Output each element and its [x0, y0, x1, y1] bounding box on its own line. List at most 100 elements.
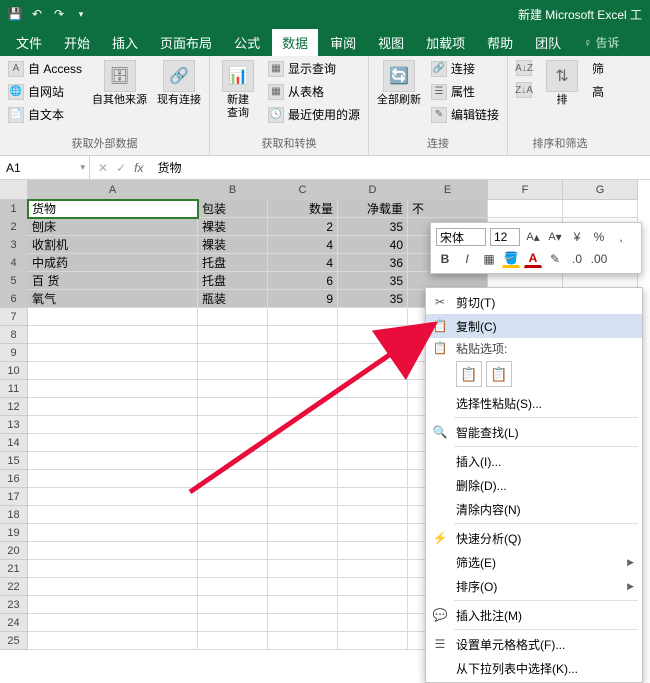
select-all-corner[interactable]: [0, 180, 28, 200]
cell[interactable]: 4: [268, 254, 338, 272]
cell[interactable]: [338, 506, 408, 524]
menu-filter[interactable]: 筛选(E)▶: [426, 550, 642, 574]
fx-icon[interactable]: fx: [134, 161, 143, 175]
cell[interactable]: [198, 380, 268, 398]
cell[interactable]: [198, 632, 268, 650]
cell[interactable]: [28, 524, 198, 542]
tab-view[interactable]: 视图: [368, 29, 414, 56]
fill-color-icon[interactable]: 🪣: [502, 250, 520, 268]
percent-icon[interactable]: %: [590, 228, 608, 246]
comma-icon[interactable]: ,: [612, 228, 630, 246]
cell[interactable]: [338, 632, 408, 650]
decrease-font-icon[interactable]: A▾: [546, 228, 564, 246]
cell[interactable]: [268, 434, 338, 452]
row-header[interactable]: 3: [0, 236, 28, 254]
cell[interactable]: [28, 632, 198, 650]
tab-addins[interactable]: 加载项: [416, 29, 475, 56]
menu-sort[interactable]: 排序(O)▶: [426, 574, 642, 598]
cell[interactable]: 35: [338, 218, 408, 236]
row-header[interactable]: 12: [0, 398, 28, 416]
cell[interactable]: [198, 596, 268, 614]
cell[interactable]: [268, 560, 338, 578]
col-header-C[interactable]: C: [268, 180, 338, 200]
cell[interactable]: 净载重: [338, 200, 408, 218]
cell[interactable]: 不: [408, 200, 488, 218]
cell[interactable]: [28, 398, 198, 416]
cell[interactable]: 中成药: [28, 254, 198, 272]
cell[interactable]: [563, 200, 638, 218]
col-header-D[interactable]: D: [338, 180, 408, 200]
from-table-button[interactable]: ▦从表格: [264, 81, 364, 102]
cell[interactable]: [338, 308, 408, 326]
new-query-button[interactable]: 📊新建 查询: [214, 58, 262, 122]
sort-az-button[interactable]: A↓Z: [512, 58, 536, 78]
cell[interactable]: 2: [268, 218, 338, 236]
row-header[interactable]: 16: [0, 470, 28, 488]
cell[interactable]: 托盘: [198, 272, 268, 290]
cell[interactable]: 35: [338, 272, 408, 290]
cell[interactable]: [28, 434, 198, 452]
cell[interactable]: [28, 380, 198, 398]
menu-cut[interactable]: ✂剪切(T): [426, 290, 642, 314]
cell[interactable]: [268, 308, 338, 326]
font-color-icon[interactable]: A: [524, 250, 542, 268]
row-header[interactable]: 10: [0, 362, 28, 380]
cell[interactable]: [198, 488, 268, 506]
cell[interactable]: [338, 344, 408, 362]
refresh-all-button[interactable]: 🔄全部刷新: [373, 58, 425, 109]
cell[interactable]: [268, 380, 338, 398]
cell[interactable]: [268, 470, 338, 488]
row-header[interactable]: 1: [0, 200, 28, 218]
enter-icon[interactable]: ✓: [116, 161, 126, 175]
col-header-A[interactable]: A: [28, 180, 198, 200]
cell[interactable]: [28, 614, 198, 632]
cell[interactable]: [198, 470, 268, 488]
qat-dropdown-icon[interactable]: ▾: [74, 7, 88, 21]
properties-button[interactable]: ☰属性: [427, 81, 503, 102]
cell[interactable]: [268, 488, 338, 506]
cancel-icon[interactable]: ✕: [98, 161, 108, 175]
row-header[interactable]: 13: [0, 416, 28, 434]
cell[interactable]: [338, 434, 408, 452]
cell[interactable]: [268, 506, 338, 524]
row-header[interactable]: 15: [0, 452, 28, 470]
tab-page-layout[interactable]: 页面布局: [150, 29, 222, 56]
cell[interactable]: [198, 506, 268, 524]
cell[interactable]: [338, 524, 408, 542]
tell-me[interactable]: ♀ 告诉: [573, 30, 629, 55]
cell[interactable]: [268, 362, 338, 380]
sort-za-button[interactable]: Z↓A: [512, 80, 536, 100]
cell[interactable]: [268, 542, 338, 560]
menu-format-cells[interactable]: ☰设置单元格格式(F)...: [426, 632, 642, 656]
menu-delete[interactable]: 删除(D)...: [426, 473, 642, 497]
cell[interactable]: 瓶装: [198, 290, 268, 308]
row-header[interactable]: 8: [0, 326, 28, 344]
cell[interactable]: [338, 596, 408, 614]
paste-option-2[interactable]: 📋: [486, 361, 512, 387]
cell[interactable]: [338, 380, 408, 398]
cell[interactable]: [338, 398, 408, 416]
row-header[interactable]: 21: [0, 560, 28, 578]
cell[interactable]: 托盘: [198, 254, 268, 272]
menu-clear[interactable]: 清除内容(N): [426, 497, 642, 521]
cell[interactable]: 百 货: [28, 272, 198, 290]
cell[interactable]: [268, 632, 338, 650]
menu-copy[interactable]: 📋复制(C): [426, 314, 642, 338]
undo-icon[interactable]: ↶: [30, 7, 44, 21]
row-header[interactable]: 17: [0, 488, 28, 506]
paste-option-1[interactable]: 📋: [456, 361, 482, 387]
cell[interactable]: [268, 524, 338, 542]
border-icon[interactable]: ▦: [480, 250, 498, 268]
menu-paste-special[interactable]: 选择性粘贴(S)...: [426, 391, 642, 415]
row-header[interactable]: 11: [0, 380, 28, 398]
from-other-button[interactable]: 🗄自其他来源: [88, 58, 151, 109]
cell[interactable]: 6: [268, 272, 338, 290]
tab-home[interactable]: 开始: [54, 29, 100, 56]
cell[interactable]: [198, 578, 268, 596]
currency-icon[interactable]: ¥: [568, 228, 586, 246]
filter-button[interactable]: 筛: [588, 58, 608, 79]
tab-review[interactable]: 审阅: [320, 29, 366, 56]
cell[interactable]: [28, 308, 198, 326]
cell[interactable]: 4: [268, 236, 338, 254]
cell[interactable]: 氧气: [28, 290, 198, 308]
